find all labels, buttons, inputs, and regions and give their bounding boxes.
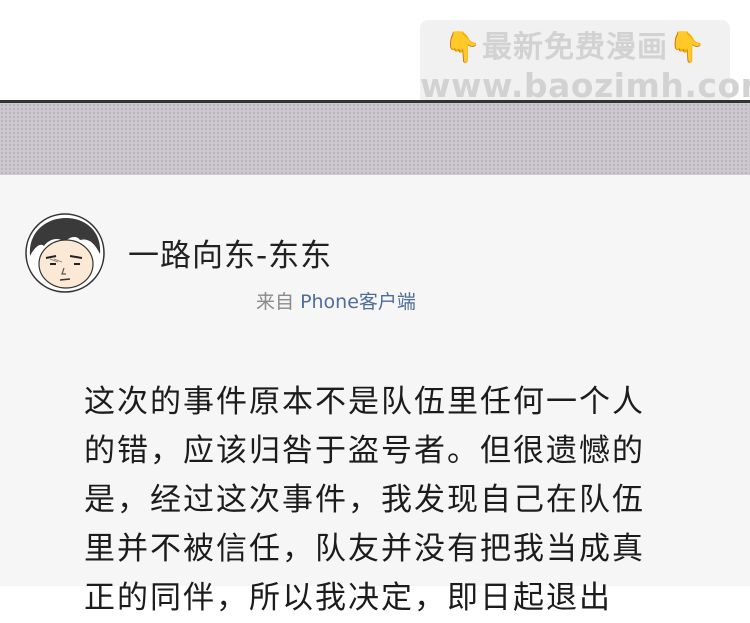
post-line: 这次的事件原本不是队伍里任何一个人 [84,384,645,420]
avatar[interactable] [24,212,106,294]
post-line: 是，经过这次事件，我发现自己在队伍 [84,482,645,518]
pointing-hand-icon: 👇 [668,30,707,65]
post-username[interactable]: 一路向东-东东 [128,230,332,275]
watermark: 👇最新免费漫画👇 www.baozimh.com [420,20,750,106]
pointing-hand-icon: 👇 [443,30,482,65]
post-line: 的错，应该归咎于盗号者。但很遗憾的 [84,433,645,469]
post-body: 这次的事件原本不是队伍里任何一个人 的错，应该归咎于盗号者。但很遗憾的 是，经过… [84,378,694,623]
screentone-band [0,103,750,175]
watermark-title: 👇最新免费漫画👇 [420,28,730,68]
post-line: 里并不被信任，队友并没有把我当成真 [84,531,645,567]
source-prefix: 来自 [256,291,295,313]
watermark-title-text: 最新免费漫画 [482,30,668,65]
post-line: 正的同伴，所以我决定，即日起退出 [84,580,612,616]
post-source: 来自 Phone客户端 [256,287,416,314]
watermark-url: www.baozimh.com [420,66,750,105]
source-client-link[interactable]: Phone客户端 [300,291,416,313]
